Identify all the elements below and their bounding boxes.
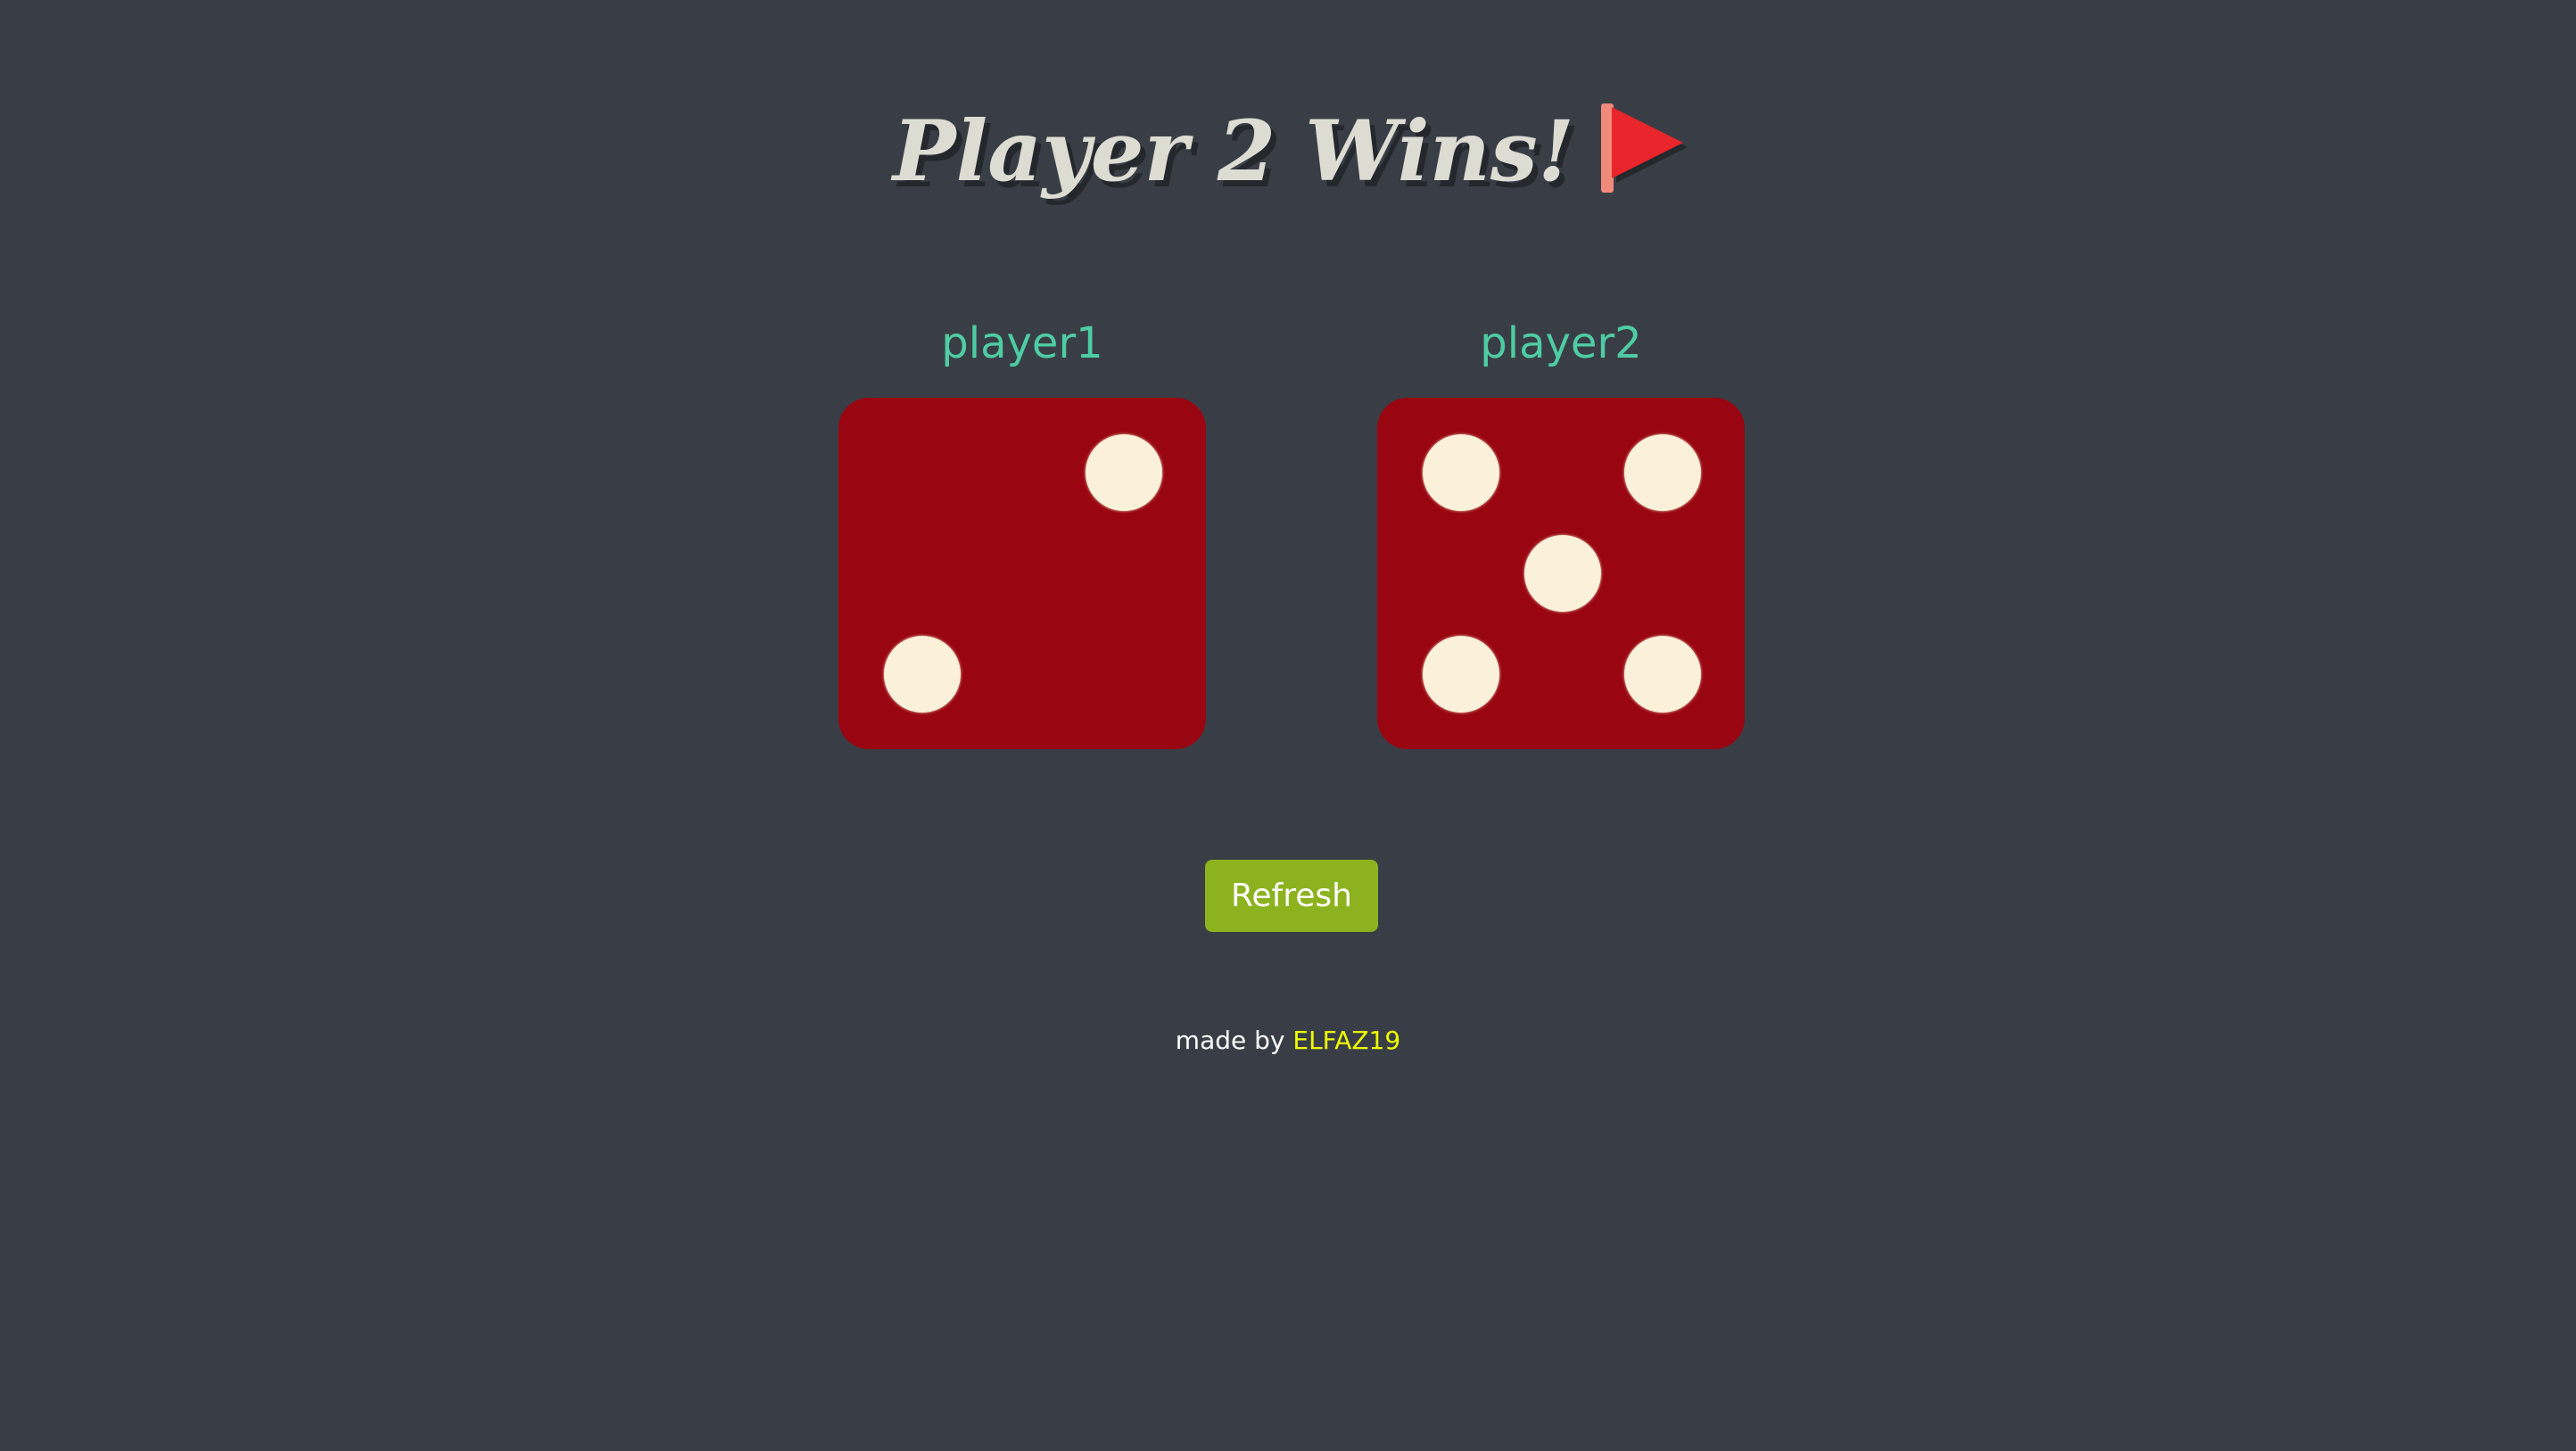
player-1-die: [838, 398, 1206, 749]
die-pip: [1624, 636, 1701, 713]
die-pip: [1624, 434, 1701, 511]
player-2-die: [1377, 398, 1745, 749]
footer-prefix: made by: [1175, 1026, 1285, 1055]
player-1-panel: player1: [838, 308, 1206, 749]
player-2-label: player2: [1480, 318, 1642, 368]
player-2-panel: player2: [1377, 308, 1745, 749]
flag-cloth: [1612, 107, 1684, 178]
die-pip: [1423, 434, 1499, 511]
footer-author-link[interactable]: ELFAZ19: [1292, 1026, 1400, 1055]
result-title-text: Player 2 Wins!: [892, 103, 1575, 201]
die-pip: [1524, 535, 1601, 612]
red-flag-icon: [1601, 103, 1684, 193]
refresh-button[interactable]: Refresh: [1205, 860, 1378, 932]
result-title: Player 2 Wins!: [0, 94, 2576, 210]
player-1-label: player1: [941, 318, 1103, 368]
die-pip: [1086, 434, 1162, 511]
die-pip: [1423, 636, 1499, 713]
die-pip: [884, 636, 961, 713]
footer-credit: made by ELFAZ19: [0, 1019, 2576, 1062]
